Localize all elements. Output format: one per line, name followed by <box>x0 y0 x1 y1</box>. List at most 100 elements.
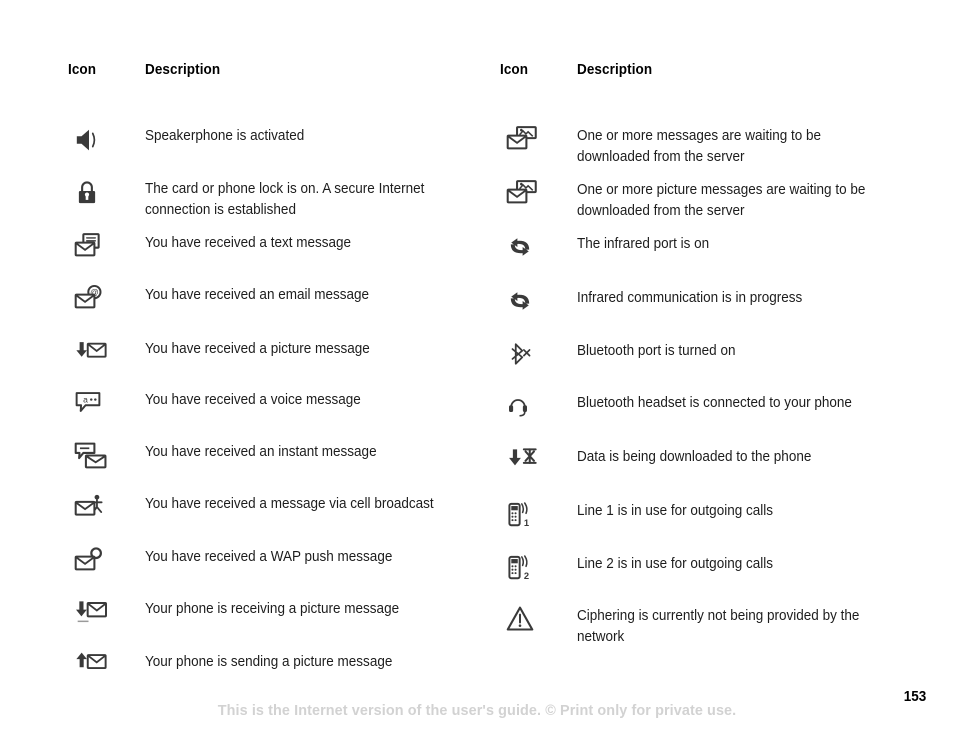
icon-cell <box>68 441 145 475</box>
instant-message-icon <box>74 441 108 475</box>
icon-cell <box>68 178 145 212</box>
svg-text:2: 2 <box>524 571 529 581</box>
description-cell: The card or phone lock is on. A secure I… <box>145 181 425 218</box>
icon-table-right: Icon Description One or more messages ar… <box>500 62 900 694</box>
description-cell: You have received a voice message <box>145 392 361 408</box>
icon-cell: 2 <box>500 553 577 587</box>
wap-push-message-icon <box>74 546 108 580</box>
infrared-on-icon <box>506 233 540 267</box>
column-header-description: Description <box>145 62 221 78</box>
table-row: Your phone is receiving a picture messag… <box>68 598 468 632</box>
icon-cell <box>500 605 577 639</box>
svg-text:1: 1 <box>524 518 529 528</box>
table-row: 1 Line 1 is in use for outgoing calls <box>500 500 900 534</box>
picture-message-received-icon <box>74 338 108 372</box>
icon-cell <box>500 233 577 267</box>
description-cell: The infrared port is on <box>577 236 710 252</box>
table-row: Bluetooth port is turned on <box>500 340 900 374</box>
description-cell: Your phone is receiving a picture messag… <box>145 601 400 617</box>
column-header-icon: Icon <box>500 62 529 78</box>
icon-cell <box>68 338 145 372</box>
text-message-icon <box>74 232 108 266</box>
email-message-icon: @ <box>74 284 108 318</box>
description-cell: Line 1 is in use for outgoing calls <box>577 503 774 519</box>
icon-cell <box>500 125 577 159</box>
table-row: Speakerphone is activated <box>68 125 468 159</box>
bluetooth-on-icon <box>506 340 540 374</box>
padlock-icon <box>74 178 108 212</box>
data-download-icon <box>506 446 540 480</box>
description-cell: One or more messages are waiting to be d… <box>577 128 822 165</box>
table-row: Ciphering is currently not being provide… <box>500 605 900 647</box>
voice-message-icon: a <box>74 389 108 423</box>
icon-cell: a <box>68 389 145 423</box>
table-row: Data is being downloaded to the phone <box>500 446 900 480</box>
line-1-in-use-icon: 1 <box>506 500 540 534</box>
description-cell: Your phone is sending a picture message <box>145 654 393 670</box>
icon-cell <box>500 287 577 321</box>
table-row: @ You have received an email message <box>68 284 468 318</box>
icon-cell <box>68 232 145 266</box>
table-body-right: One or more messages are waiting to be d… <box>500 94 900 694</box>
icon-cell <box>68 598 145 632</box>
table-row: Infrared communication is in progress <box>500 287 900 321</box>
description-cell: You have received a WAP push message <box>145 549 393 565</box>
svg-text:a: a <box>83 394 88 404</box>
icon-cell: 1 <box>500 500 577 534</box>
page-number: 153 <box>903 689 926 705</box>
description-cell: You have received a text message <box>145 235 352 251</box>
ciphering-warning-icon <box>506 605 540 639</box>
picture-messages-waiting-icon <box>506 179 540 213</box>
table-row: You have received a WAP push message <box>68 546 468 580</box>
description-cell: Infrared communication is in progress <box>577 290 803 306</box>
icon-cell <box>500 179 577 213</box>
icon-cell <box>68 125 145 159</box>
description-cell: Speakerphone is activated <box>145 128 305 144</box>
cell-broadcast-message-icon <box>74 493 108 527</box>
column-header-description: Description <box>577 62 653 78</box>
footer-note: This is the Internet version of the user… <box>217 702 737 719</box>
icon-cell <box>68 493 145 527</box>
table-row: a You have received a voice message <box>68 389 468 423</box>
icon-table-left: Icon Description Speakerphone is activat… <box>68 62 468 694</box>
table-row: You have received an instant message <box>68 441 468 475</box>
table-row: You have received a message via cell bro… <box>68 493 468 527</box>
table-row: One or more messages are waiting to be d… <box>500 125 900 167</box>
table-header-left: Icon Description <box>68 62 468 86</box>
icon-cell <box>500 446 577 480</box>
icon-cell <box>68 651 145 685</box>
icon-cell <box>500 392 577 426</box>
description-cell: You have received a picture message <box>145 341 370 357</box>
description-cell: You have received an instant message <box>145 444 377 460</box>
table-row: One or more picture messages are waiting… <box>500 179 900 221</box>
description-cell: You have received a message via cell bro… <box>145 496 434 512</box>
description-cell: You have received an email message <box>145 287 370 303</box>
table-row: 2 Line 2 is in use for outgoing calls <box>500 553 900 587</box>
manual-page: Icon Description Speakerphone is activat… <box>0 0 954 735</box>
table-row: The infrared port is on <box>500 233 900 267</box>
messages-waiting-icon <box>506 125 540 159</box>
description-cell: Data is being downloaded to the phone <box>577 449 812 465</box>
column-header-icon: Icon <box>68 62 97 78</box>
icon-cell <box>500 340 577 374</box>
table-row: Bluetooth headset is connected to your p… <box>500 392 900 426</box>
line-2-in-use-icon: 2 <box>506 553 540 587</box>
description-cell: One or more picture messages are waiting… <box>577 182 866 219</box>
picture-message-receiving-icon <box>74 598 108 632</box>
speakerphone-icon <box>74 125 108 159</box>
infrared-active-icon <box>506 287 540 321</box>
description-cell: Line 2 is in use for outgoing calls <box>577 556 774 572</box>
icon-cell <box>68 546 145 580</box>
table-row: Your phone is sending a picture message <box>68 651 468 685</box>
picture-message-sending-icon <box>74 651 108 685</box>
description-cell: Bluetooth headset is connected to your p… <box>577 395 852 411</box>
table-row: The card or phone lock is on. A secure I… <box>68 178 468 220</box>
table-body-left: Speakerphone is activated The card or ph… <box>68 94 468 694</box>
bluetooth-headset-icon <box>506 392 540 426</box>
table-row: You have received a picture message <box>68 338 468 372</box>
description-cell: Bluetooth port is turned on <box>577 343 736 359</box>
description-cell: Ciphering is currently not being provide… <box>577 608 860 645</box>
table-header-right: Icon Description <box>500 62 900 86</box>
icon-cell: @ <box>68 284 145 318</box>
table-row: You have received a text message <box>68 232 468 266</box>
